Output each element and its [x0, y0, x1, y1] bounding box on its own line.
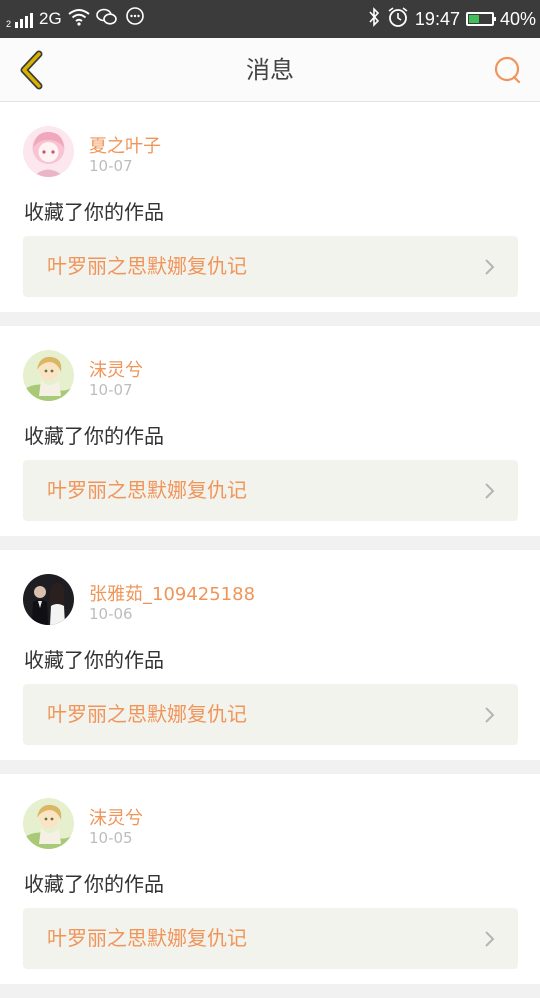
message-date: 10-06 [89, 605, 133, 623]
message-card: 沫灵兮 10-07 收藏了你的作品 叶罗丽之思默娜复仇记 [0, 326, 540, 536]
wechat-icon [95, 8, 118, 30]
message-date: 10-07 [89, 157, 133, 175]
chevron-right-icon [485, 931, 495, 947]
user-avatar[interactable] [23, 126, 74, 177]
back-arrow-icon [20, 50, 43, 90]
green-anime-avatar-icon [23, 350, 74, 401]
action-text: 收藏了你的作品 [24, 648, 164, 672]
work-title: 叶罗丽之思默娜复仇记 [47, 254, 247, 278]
battery-level-fill [468, 15, 479, 23]
user-avatar[interactable] [23, 574, 74, 625]
message-date: 10-05 [89, 829, 133, 847]
bluetooth-icon [367, 7, 381, 31]
dark-photo-avatar-icon [23, 574, 74, 625]
chevron-right-icon [485, 707, 495, 723]
signal-icon: 2 [6, 10, 33, 29]
action-text: 收藏了你的作品 [24, 200, 164, 224]
back-button[interactable] [10, 48, 54, 92]
clock-time: 19:47 [414, 8, 460, 29]
network-type: 2G [39, 9, 62, 28]
message-card: 沫灵兮 10-05 收藏了你的作品 叶罗丽之思默娜复仇记 [0, 774, 540, 984]
search-button[interactable] [486, 48, 530, 92]
action-text: 收藏了你的作品 [24, 424, 164, 448]
nav-header: 消息 [0, 38, 540, 102]
work-link[interactable]: 叶罗丽之思默娜复仇记 [23, 684, 518, 745]
action-text: 收藏了你的作品 [24, 872, 164, 896]
username[interactable]: 沫灵兮 [89, 356, 143, 382]
work-title: 叶罗丽之思默娜复仇记 [47, 478, 247, 502]
message-bubble-icon [124, 7, 146, 31]
chevron-right-icon [485, 483, 495, 499]
green-anime-avatar-icon [23, 798, 74, 849]
status-bar-left: 2 2G [6, 0, 146, 38]
status-bar-right: 19:47 40% [367, 0, 536, 38]
page-title: 消息 [246, 56, 294, 84]
work-link[interactable]: 叶罗丽之思默娜复仇记 [23, 460, 518, 521]
user-avatar[interactable] [23, 350, 74, 401]
pink-anime-avatar-icon [23, 126, 74, 177]
message-date: 10-07 [89, 381, 133, 399]
work-title: 叶罗丽之思默娜复仇记 [47, 702, 247, 726]
user-avatar[interactable] [23, 798, 74, 849]
work-link[interactable]: 叶罗丽之思默娜复仇记 [23, 236, 518, 297]
username[interactable]: 夏之叶子 [89, 132, 161, 158]
wifi-icon [68, 8, 90, 30]
battery-percent: 40% [499, 8, 536, 29]
search-icon [494, 56, 521, 84]
sim-slot-label: 2 [6, 19, 12, 29]
battery-icon [465, 12, 496, 26]
message-card: 夏之叶子 10-07 收藏了你的作品 叶罗丽之思默娜复仇记 [0, 102, 540, 312]
alarm-clock-icon [387, 6, 409, 32]
message-list: 夏之叶子 10-07 收藏了你的作品 叶罗丽之思默娜复仇记 沫灵兮 10-07 … [0, 102, 540, 998]
status-bar: 2 2G 19:47 40% [0, 0, 540, 38]
username[interactable]: 沫灵兮 [89, 804, 143, 830]
message-card: 张雅茹_109425188 10-06 收藏了你的作品 叶罗丽之思默娜复仇记 [0, 550, 540, 760]
username[interactable]: 张雅茹_109425188 [89, 580, 255, 606]
chevron-right-icon [485, 259, 495, 275]
